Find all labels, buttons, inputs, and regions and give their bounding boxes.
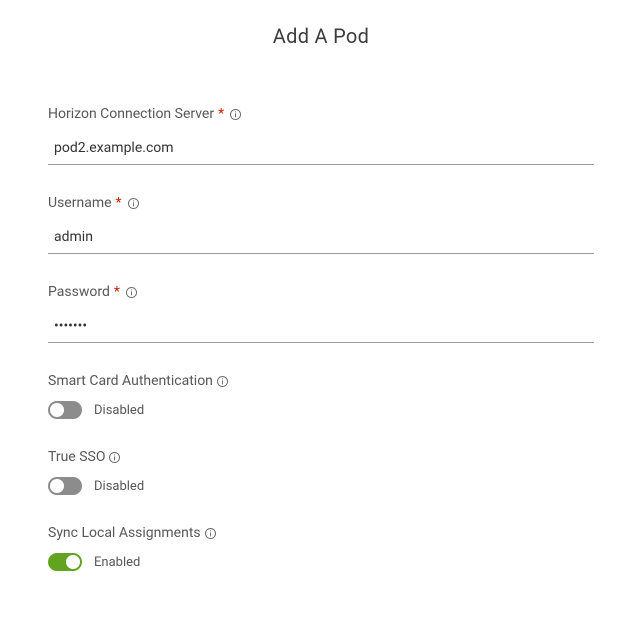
- password-input[interactable]: [48, 312, 594, 343]
- label-text: True SSO: [48, 449, 105, 465]
- toggle-row-smart-card: Disabled: [48, 401, 594, 419]
- field-connection-server: Horizon Connection Server *: [48, 106, 594, 165]
- smart-card-toggle[interactable]: [48, 401, 82, 419]
- info-icon[interactable]: [127, 197, 140, 210]
- field-label-username: Username *: [48, 195, 594, 211]
- label-text: Password: [48, 284, 110, 300]
- info-icon[interactable]: [108, 451, 121, 464]
- field-smart-card: Smart Card Authentication Disabled: [48, 373, 594, 419]
- required-mark: *: [218, 106, 224, 122]
- required-mark: *: [114, 284, 120, 300]
- info-icon[interactable]: [216, 375, 229, 388]
- label-text: Username: [48, 195, 112, 211]
- sync-local-state-label: Enabled: [94, 555, 140, 570]
- true-sso-toggle[interactable]: [48, 477, 82, 495]
- toggle-row-true-sso: Disabled: [48, 477, 594, 495]
- info-icon[interactable]: [204, 527, 217, 540]
- field-label-smart-card: Smart Card Authentication: [48, 373, 594, 389]
- sync-local-toggle[interactable]: [48, 553, 82, 571]
- connection-server-input[interactable]: [48, 134, 594, 165]
- field-true-sso: True SSO Disabled: [48, 449, 594, 495]
- username-input[interactable]: [48, 223, 594, 254]
- field-label-connection-server: Horizon Connection Server *: [48, 106, 594, 122]
- info-icon[interactable]: [125, 286, 138, 299]
- toggle-knob: [50, 403, 64, 417]
- field-sync-local: Sync Local Assignments Enabled: [48, 525, 594, 571]
- toggle-knob: [50, 479, 64, 493]
- field-label-true-sso: True SSO: [48, 449, 594, 465]
- field-password: Password *: [48, 284, 594, 343]
- label-text: Sync Local Assignments: [48, 525, 201, 541]
- label-text: Horizon Connection Server: [48, 106, 214, 122]
- true-sso-state-label: Disabled: [94, 479, 144, 494]
- smart-card-state-label: Disabled: [94, 403, 144, 418]
- field-label-password: Password *: [48, 284, 594, 300]
- info-icon[interactable]: [229, 108, 242, 121]
- field-label-sync-local: Sync Local Assignments: [48, 525, 594, 541]
- page-title: Add A Pod: [48, 24, 594, 48]
- label-text: Smart Card Authentication: [48, 373, 213, 389]
- toggle-row-sync-local: Enabled: [48, 553, 594, 571]
- toggle-knob: [66, 555, 80, 569]
- field-username: Username *: [48, 195, 594, 254]
- required-mark: *: [116, 195, 122, 211]
